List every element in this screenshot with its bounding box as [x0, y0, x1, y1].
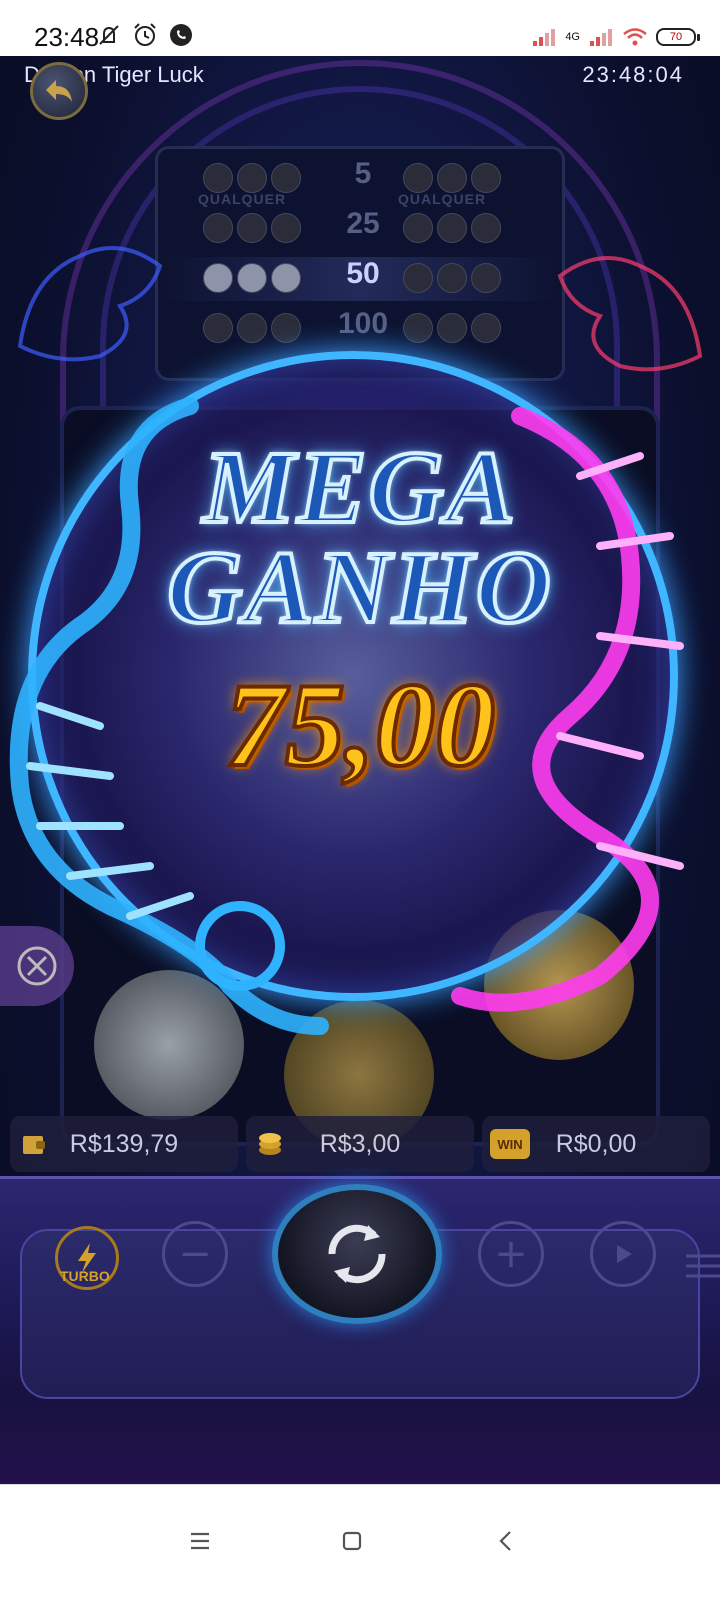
- back-nav-button[interactable]: [484, 1519, 528, 1563]
- status-icons: [96, 22, 194, 48]
- recent-apps-button[interactable]: [178, 1519, 222, 1563]
- paytable-row-active: 50: [158, 257, 562, 301]
- win-badge-icon: WIN: [490, 1129, 530, 1159]
- decrease-bet-button[interactable]: −: [162, 1221, 228, 1287]
- neon-dragon-icon: [557, 256, 703, 372]
- signal-icon: [533, 29, 556, 46]
- wallet-icon: [23, 1136, 45, 1154]
- back-arrow-icon: [46, 80, 72, 102]
- payout-value: 50: [346, 257, 380, 290]
- balance-value: R$139,79: [69, 1129, 179, 1158]
- payout-value: 100: [337, 307, 389, 340]
- payout-value: 25: [346, 207, 380, 240]
- paytable: QUALQUER QUALQUER 5 25 50 100: [155, 146, 565, 381]
- whatsapp-icon: [170, 24, 192, 46]
- game-area[interactable]: QUALQUER QUALQUER 5 25 50 100 MEGA GANHO…: [0, 56, 720, 1484]
- spin-arrows-icon: [328, 1224, 386, 1284]
- autoplay-button[interactable]: [590, 1221, 656, 1287]
- win-value: R$0,00: [555, 1129, 637, 1158]
- hamburger-icon: [686, 1254, 720, 1278]
- network-type: 4G: [565, 31, 580, 43]
- status-indicators: 4G 70: [531, 24, 700, 50]
- bet-value: R$3,00: [319, 1129, 401, 1158]
- ganho-label: GANHO: [165, 528, 553, 647]
- hud-bar: R$139,79 R$3,00 WIN R$0,00: [10, 1116, 710, 1172]
- turbo-label: TURBO: [60, 1268, 110, 1284]
- neon-tiger-icon: [17, 246, 163, 362]
- alarm-icon: [134, 23, 156, 46]
- menu-lines-icon: [191, 1532, 209, 1550]
- signal-icon-2: [590, 29, 612, 46]
- balance-box: R$139,79: [10, 1116, 238, 1172]
- win-box: WIN R$0,00: [482, 1116, 710, 1172]
- increase-bet-button[interactable]: +: [478, 1221, 544, 1287]
- menu-button[interactable]: [680, 1251, 720, 1281]
- paytable-row: 100: [158, 307, 562, 351]
- home-button[interactable]: [330, 1519, 374, 1563]
- square-icon: [342, 1531, 362, 1551]
- battery-icon: 70: [656, 28, 700, 46]
- status-time: 23:48: [34, 22, 100, 52]
- back-button[interactable]: [30, 62, 88, 120]
- close-icon: [17, 946, 57, 986]
- plus-icon: +: [494, 1231, 528, 1277]
- paytable-row: 25: [158, 207, 562, 251]
- chevron-left-icon: [499, 1531, 511, 1551]
- payout-value: 5: [354, 157, 372, 190]
- mute-icon: [99, 25, 119, 45]
- battery-level: 70: [669, 31, 683, 43]
- spin-button[interactable]: [272, 1184, 442, 1324]
- minus-icon: −: [178, 1231, 212, 1277]
- bet-box: R$3,00: [246, 1116, 474, 1172]
- paytable-row: 5: [158, 157, 562, 201]
- game-clock: 23:48:04: [582, 62, 684, 87]
- coin-stack-icon: [259, 1133, 281, 1155]
- play-icon: [617, 1245, 632, 1263]
- win-amount: 75,00: [223, 656, 497, 793]
- wifi-icon: [623, 28, 647, 46]
- status-bar: 23:48 4G 70: [0, 0, 720, 56]
- navigation-bar: [0, 1484, 720, 1600]
